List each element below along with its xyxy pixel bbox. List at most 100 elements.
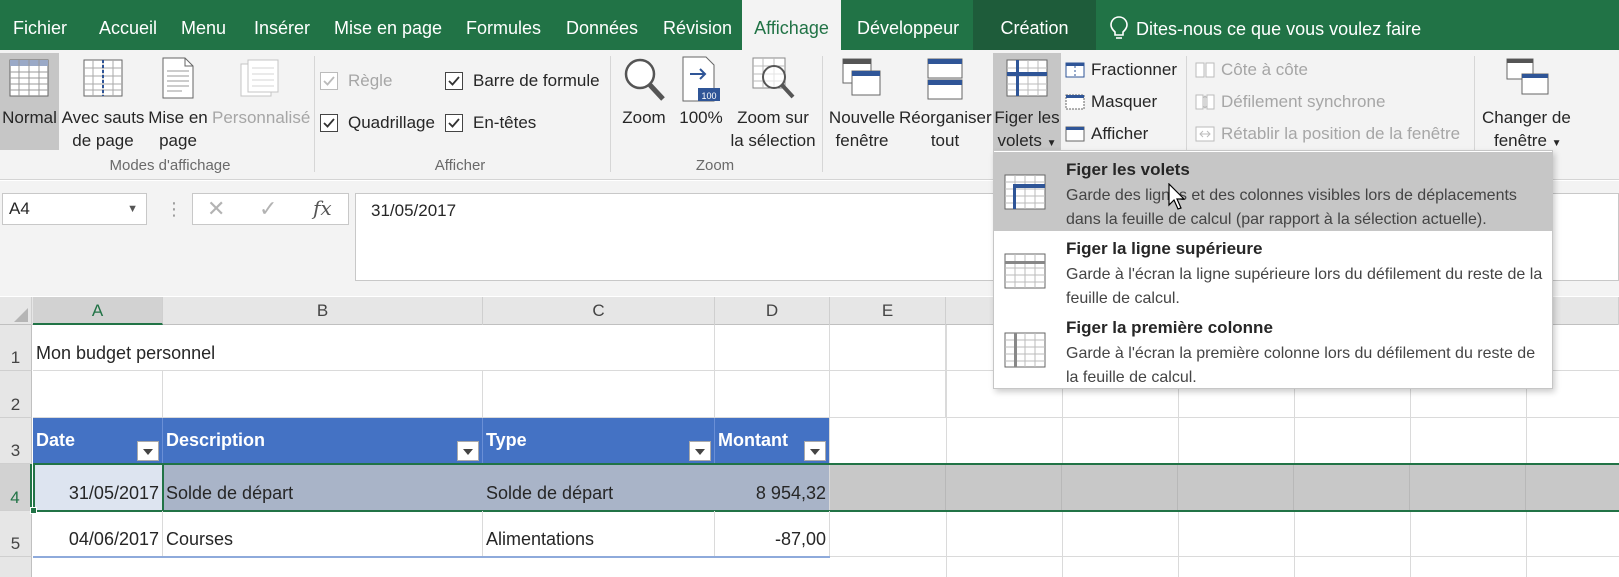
- tell-me-search[interactable]: Dites-nous ce que vous voulez faire: [1110, 0, 1421, 50]
- tab-developpeur[interactable]: Développeur: [857, 0, 959, 50]
- cell[interactable]: [1410, 464, 1526, 511]
- table-header-date[interactable]: Date: [33, 418, 163, 464]
- tab-inserer[interactable]: Insérer: [254, 0, 310, 50]
- row-header-6[interactable]: [0, 557, 32, 577]
- switch-windows-button[interactable]: Changer de fenêtre ▼: [1478, 53, 1619, 150]
- chevron-down-icon[interactable]: ▼: [127, 194, 138, 224]
- formula-buttons: ✕ ✓ fx: [192, 193, 349, 225]
- table-cell[interactable]: Alimentations: [483, 511, 715, 557]
- filter-dropdown-icon[interactable]: [137, 441, 159, 461]
- normal-view-icon: [9, 59, 49, 97]
- tab-accueil[interactable]: Accueil: [99, 0, 157, 50]
- vertical-ellipsis-icon[interactable]: ⋮: [165, 199, 183, 220]
- cell[interactable]: [715, 371, 830, 418]
- magnifier-icon: [624, 58, 665, 101]
- cell[interactable]: [830, 371, 946, 418]
- cell[interactable]: [830, 325, 946, 371]
- tab-revision[interactable]: Révision: [663, 0, 732, 50]
- unhide-window-icon: [1065, 126, 1085, 142]
- arrange-all-label-2: tout: [930, 131, 960, 150]
- enter-check-icon[interactable]: ✓: [259, 196, 277, 222]
- new-window-button[interactable]: Nouvelle fenêtre: [826, 53, 898, 150]
- zoom-100-button[interactable]: 100 100%: [676, 53, 726, 150]
- cell[interactable]: [1526, 464, 1619, 511]
- row-header-2[interactable]: 2: [0, 371, 32, 418]
- cell[interactable]: [1294, 464, 1410, 511]
- table-header-description[interactable]: Description: [163, 418, 483, 464]
- zoom-to-selection-button[interactable]: Zoom sur la sélection: [728, 53, 818, 150]
- tab-mise-en-page[interactable]: Mise en page: [334, 0, 442, 50]
- row-header-3[interactable]: 3: [0, 418, 32, 464]
- lightbulb-icon: [1110, 16, 1128, 39]
- cell[interactable]: [830, 464, 946, 511]
- column-header-d[interactable]: D: [715, 297, 830, 325]
- name-box-value: A4: [9, 199, 30, 218]
- tab-formules[interactable]: Formules: [466, 0, 541, 50]
- column-header-a[interactable]: A: [33, 297, 163, 325]
- tell-me-text: Dites-nous ce que vous voulez faire: [1136, 19, 1422, 39]
- filter-dropdown-icon[interactable]: [457, 441, 479, 461]
- tab-affichage[interactable]: Affichage: [742, 0, 841, 50]
- headings-checkbox-box: [445, 114, 463, 132]
- filter-dropdown-icon[interactable]: [689, 441, 711, 461]
- cell[interactable]: [1062, 464, 1178, 511]
- table-cell[interactable]: -87,00: [715, 511, 830, 557]
- menu-item-freeze-panes[interactable]: Figer les volets Garde des lignes et des…: [994, 152, 1552, 231]
- gridlines-label: Quadrillage: [348, 113, 435, 132]
- reset-position-label: Rétablir la position de la fenêtre: [1221, 124, 1461, 143]
- zoom-button[interactable]: Zoom: [616, 53, 672, 150]
- active-cell-a4[interactable]: 31/05/2017: [33, 463, 164, 512]
- page-break-view-icon: [83, 59, 123, 97]
- sync-scroll-label: Défilement synchrone: [1221, 92, 1386, 111]
- cancel-icon[interactable]: ✕: [207, 196, 225, 222]
- page-layout-view-button[interactable]: Mise en page: [146, 53, 210, 150]
- new-window-icon: [842, 58, 881, 96]
- table-cell[interactable]: Solde de départ: [163, 464, 483, 511]
- cell[interactable]: [163, 371, 483, 418]
- row-header-5[interactable]: 5: [0, 511, 32, 557]
- custom-views-icon: [240, 59, 279, 97]
- gridline: [946, 325, 947, 577]
- hide-window-icon: [1065, 94, 1085, 110]
- name-box[interactable]: A4 ▼: [2, 193, 147, 225]
- menu-item-description: Garde à l'écran la ligne supérieure lors…: [1066, 266, 1543, 307]
- page-break-view-button[interactable]: Avec sauts de page: [61, 53, 145, 150]
- row-header-4[interactable]: 4: [0, 464, 32, 511]
- tab-fichier[interactable]: Fichier: [13, 0, 67, 50]
- cell[interactable]: [715, 325, 830, 371]
- arrange-all-button[interactable]: Réorganiser tout: [899, 53, 992, 150]
- column-header-e[interactable]: E: [830, 297, 946, 325]
- zoom-100-label: 100%: [679, 108, 723, 127]
- table-cell[interactable]: 04/06/2017: [33, 511, 163, 557]
- table-header-type[interactable]: Type: [483, 418, 715, 464]
- freeze-panes-button[interactable]: Figer les volets ▼: [993, 53, 1061, 150]
- cell[interactable]: [483, 325, 715, 371]
- table-cell[interactable]: 8 954,32: [715, 464, 830, 511]
- column-header-c[interactable]: C: [483, 297, 715, 325]
- menu-item-freeze-top-row[interactable]: Figer la ligne supérieure Garde à l'écra…: [994, 231, 1552, 310]
- cell[interactable]: [33, 371, 163, 418]
- table-cell[interactable]: Solde de départ: [483, 464, 715, 511]
- tab-creation[interactable]: Création: [973, 0, 1096, 50]
- title-cell[interactable]: Mon budget personnel: [33, 325, 483, 371]
- cell[interactable]: [946, 464, 1062, 511]
- freeze-panes-icon: [1004, 174, 1046, 210]
- menu-item-freeze-first-column[interactable]: Figer la première colonne Garde à l'écra…: [994, 310, 1552, 389]
- side-by-side-icon: [1195, 62, 1215, 78]
- table-header-montant[interactable]: Montant: [715, 418, 830, 464]
- filter-dropdown-icon[interactable]: [804, 441, 826, 461]
- normal-view-button[interactable]: Normal: [0, 53, 59, 150]
- row-header-1[interactable]: 1: [0, 325, 32, 371]
- freeze-panes-menu: Figer les volets Garde des lignes et des…: [993, 150, 1553, 389]
- insert-function-icon[interactable]: fx: [313, 196, 332, 220]
- menu-item-description: Garde à l'écran la première colonne lors…: [1066, 345, 1536, 386]
- table-cell[interactable]: Courses: [163, 511, 483, 557]
- column-header-b[interactable]: B: [163, 297, 483, 325]
- chevron-down-icon: ▼: [1551, 138, 1562, 149]
- custom-views-button[interactable]: Personnalisé: [212, 53, 310, 150]
- cell[interactable]: [483, 371, 715, 418]
- tab-donnees[interactable]: Données: [566, 0, 638, 50]
- select-all-corner[interactable]: [0, 297, 32, 325]
- cell[interactable]: [1178, 464, 1294, 511]
- tab-menu[interactable]: Menu: [181, 0, 226, 50]
